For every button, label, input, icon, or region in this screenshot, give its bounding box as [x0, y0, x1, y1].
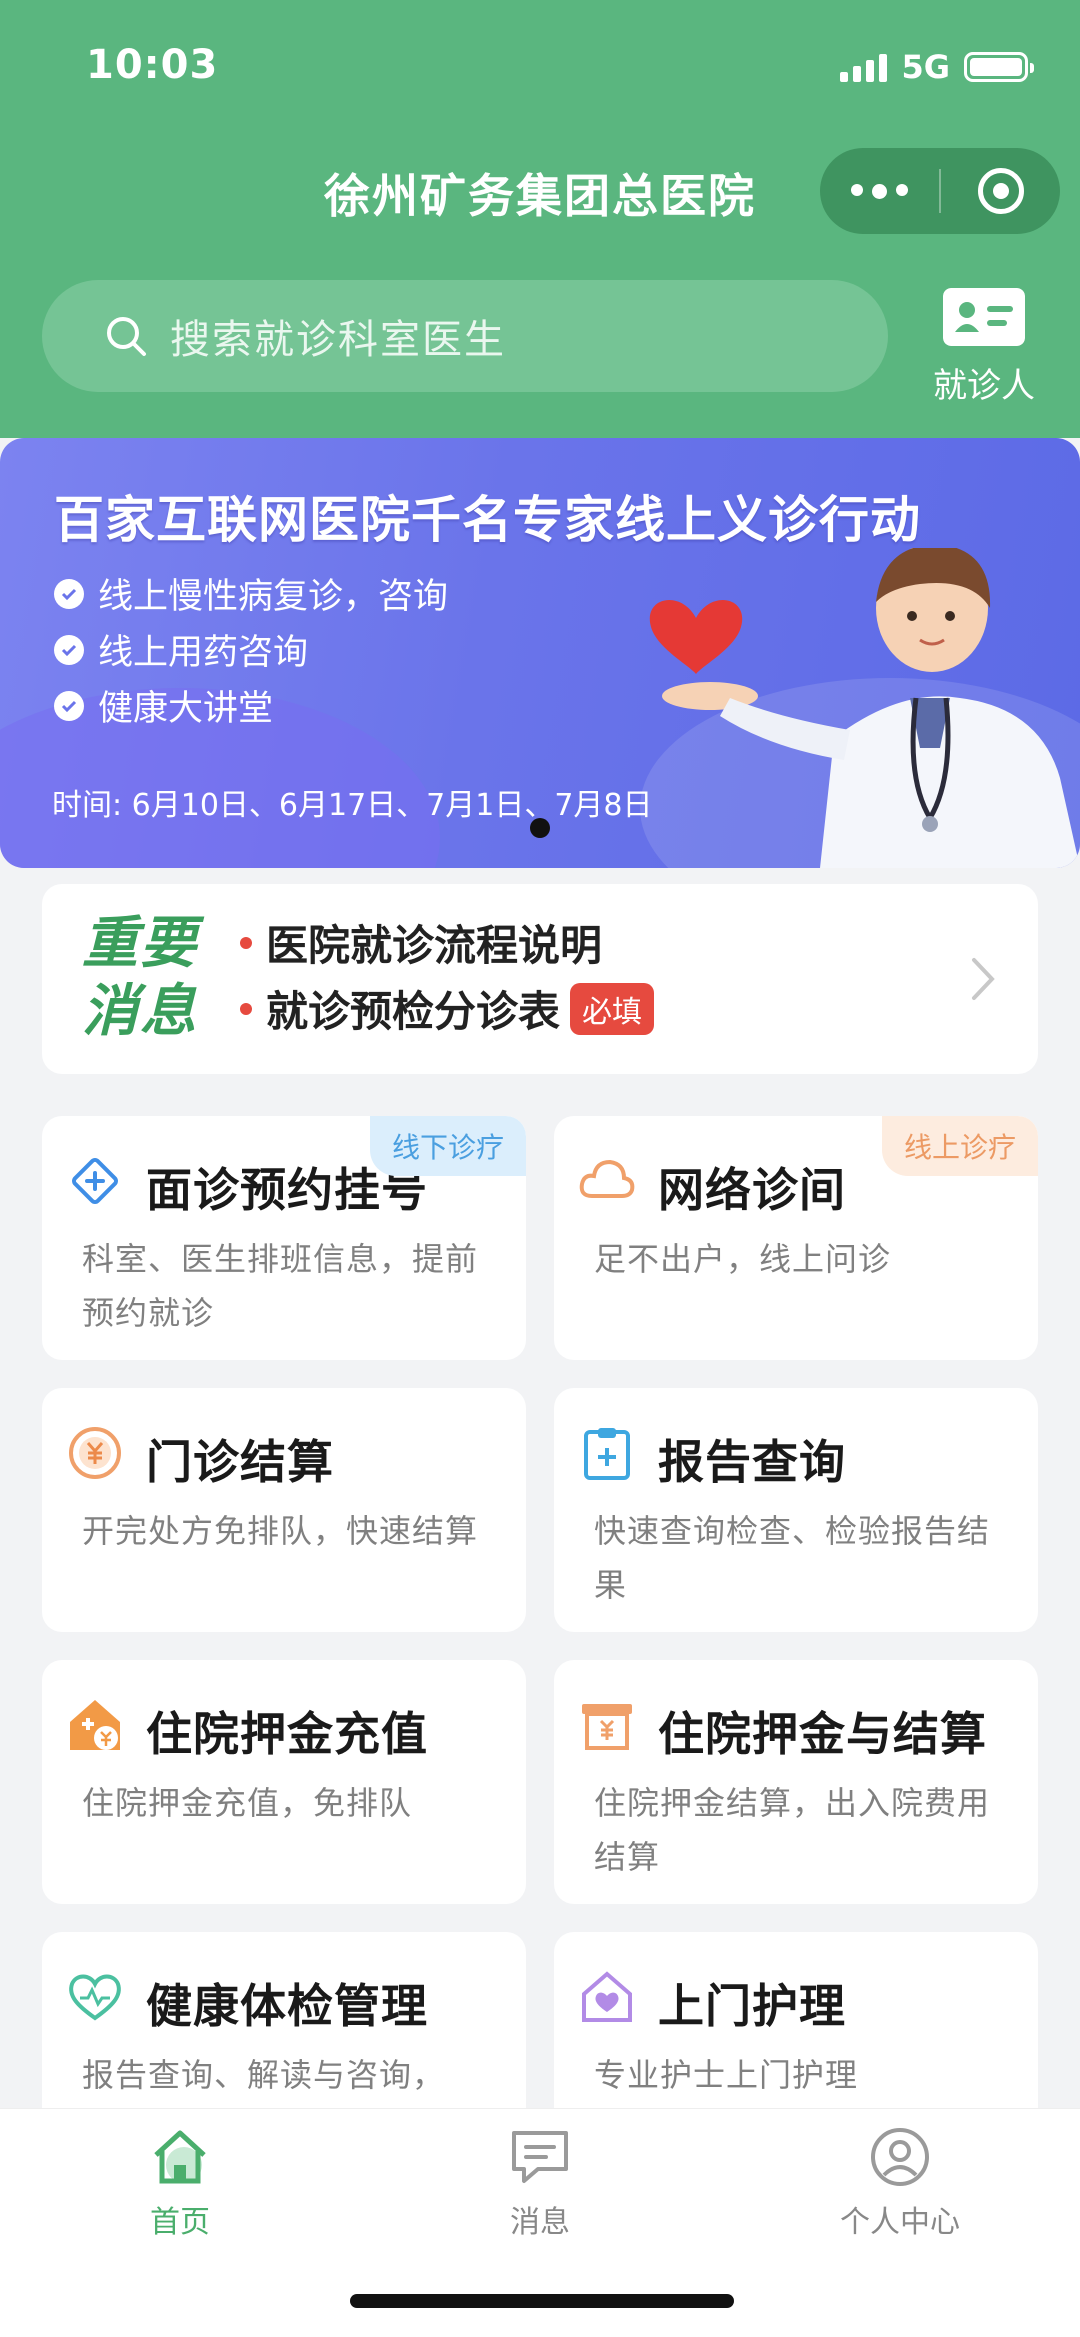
house-yuan-icon — [70, 1700, 120, 1750]
tab-home[interactable]: 首页 — [80, 2125, 280, 2241]
miniprogram-capsule — [820, 148, 1060, 234]
header: 10:03 5G 徐州矿务集团总医院 搜索就诊科室医生 就诊人 — [0, 0, 1080, 438]
online-badge: 线上诊疗 — [881, 1116, 1038, 1176]
service-outpatient-payment[interactable]: 门诊结算 开完处方免排队，快速结算 — [42, 1388, 526, 1632]
status-icons: 5G — [840, 48, 1034, 86]
check-icon — [54, 634, 84, 665]
check-icon — [54, 690, 84, 721]
patient-button[interactable]: 就诊人 — [924, 282, 1044, 407]
close-icon[interactable] — [941, 168, 1060, 214]
carousel-indicator — [530, 818, 550, 838]
banner-title: 百家互联网医院千名专家线上义诊行动 — [54, 491, 921, 549]
chevron-right-icon — [972, 958, 995, 1000]
service-appointment[interactable]: 面诊预约挂号 科室、医生排班信息，提前预约就诊 线下诊疗 — [42, 1116, 526, 1360]
home-icon — [154, 2130, 206, 2184]
important-notice[interactable]: 重要 消息 医院就诊流程说明 就诊预检分诊表 必填 — [42, 884, 1038, 1074]
banner-feature: 健康大讲堂 — [54, 680, 273, 731]
tab-messages[interactable]: 消息 — [440, 2125, 640, 2241]
signal-icon — [840, 52, 888, 82]
service-online-consult[interactable]: 网络诊间 足不出户，线上问诊 线上诊疗 — [554, 1116, 1038, 1360]
service-deposit-recharge[interactable]: 住院押金充值 住院押金充值，免排队 — [42, 1660, 526, 1904]
patient-label: 就诊人 — [933, 366, 1035, 406]
user-icon — [871, 2128, 929, 2186]
search-icon — [107, 317, 146, 356]
home-indicator — [350, 2294, 734, 2308]
cloud-icon — [579, 1159, 635, 1198]
diamond-plus-icon — [72, 1158, 118, 1204]
more-icon[interactable] — [820, 183, 939, 199]
id-card-icon — [943, 288, 1025, 346]
notice-item-process[interactable]: 医院就诊流程说明 — [240, 912, 602, 973]
home-heart-icon — [582, 1971, 632, 2022]
banner-feature: 线上慢性病复诊，咨询 — [54, 568, 448, 619]
yuan-coin-icon — [69, 1427, 121, 1479]
doctor-illustration — [649, 548, 1080, 868]
receipt-icon — [582, 1704, 632, 1750]
heart-icon — [69, 1974, 121, 2021]
check-icon — [54, 578, 84, 609]
message-icon — [512, 2131, 568, 2183]
notice-tag: 重要 消息 — [82, 911, 198, 1044]
offline-badge: 线下诊疗 — [369, 1116, 526, 1176]
service-deposit-settlement[interactable]: 住院押金与结算 住院押金结算，出入院费用结算 — [554, 1660, 1038, 1904]
promo-banner[interactable]: 百家互联网医院千名专家线上义诊行动 线上慢性病复诊，咨询 线上用药咨询 健康大讲… — [0, 438, 1080, 868]
service-report-query[interactable]: 报告查询 快速查询检查、检验报告结果 — [554, 1388, 1038, 1632]
banner-feature: 线上用药咨询 — [54, 624, 308, 675]
battery-icon — [964, 52, 1034, 82]
search-placeholder: 搜索就诊科室医生 — [170, 317, 506, 363]
required-badge: 必填 — [570, 982, 655, 1035]
banner-time: 时间: 6月10日、6月17日、7月1日、7月8日 — [52, 788, 653, 823]
status-time: 10:03 — [86, 42, 219, 88]
network-type: 5G — [901, 48, 950, 86]
clipboard-icon — [584, 1428, 630, 1480]
search-bar[interactable]: 搜索就诊科室医生 — [42, 280, 888, 392]
notice-item-triage[interactable]: 就诊预检分诊表 必填 — [240, 978, 655, 1039]
tab-profile[interactable]: 个人中心 — [800, 2125, 1000, 2241]
